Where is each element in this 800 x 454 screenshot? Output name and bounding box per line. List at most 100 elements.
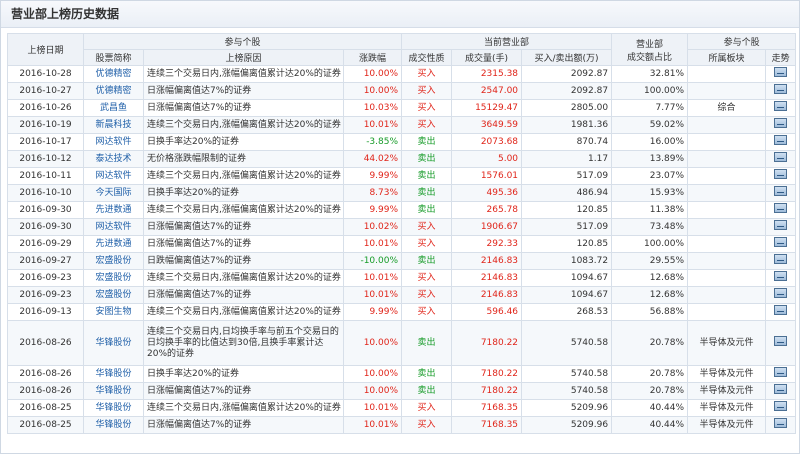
- row-sector: [687, 235, 767, 253]
- header-ratio-line2: 成交额占比: [627, 52, 673, 63]
- row-stock-name-link[interactable]: 华锋股份: [83, 416, 144, 434]
- row-direction: 买入: [401, 416, 453, 434]
- row-trend: [765, 99, 797, 117]
- chart-icon[interactable]: [774, 67, 788, 77]
- row-stock-name-link[interactable]: 华锋股份: [83, 320, 144, 366]
- row-change: 44.02%: [342, 150, 403, 168]
- row-reason: 连续三个交易日内,涨幅偏离值累计达20%的证券: [143, 167, 344, 185]
- row-sector: [687, 184, 767, 202]
- row-reason: 日涨幅偏离值达7%的证券: [143, 416, 344, 434]
- row-direction: 卖出: [401, 167, 453, 185]
- chart-icon[interactable]: [774, 367, 788, 377]
- chart-icon[interactable]: [774, 152, 788, 162]
- header-ratio-line1: 营业部: [636, 39, 664, 50]
- row-stock-name-link[interactable]: 网达软件: [83, 167, 144, 185]
- chart-icon[interactable]: [774, 254, 788, 264]
- header-reason[interactable]: 上榜原因: [143, 49, 344, 66]
- row-stock-name-link[interactable]: 网达软件: [83, 218, 144, 236]
- row-stock-name-link[interactable]: 安图生物: [83, 303, 144, 321]
- header-volume[interactable]: 成交量(手): [451, 49, 523, 66]
- header-ratio[interactable]: 营业部 成交额占比: [611, 33, 689, 66]
- row-trend: [765, 365, 797, 383]
- row-amount: 870.74: [521, 133, 613, 151]
- chart-icon[interactable]: [774, 101, 788, 111]
- chart-icon[interactable]: [774, 288, 788, 298]
- row-direction: 买入: [401, 235, 453, 253]
- row-amount: 2092.87: [521, 82, 613, 100]
- row-amount: 5740.58: [521, 320, 613, 366]
- chart-icon[interactable]: [774, 203, 788, 213]
- row-direction: 卖出: [401, 201, 453, 219]
- table-row: 2016-10-26 武昌鱼 日涨幅偏离值达7%的证券 10.03% 买入 15129.4…: [7, 99, 797, 117]
- row-direction: 买入: [401, 116, 453, 134]
- table-row: 2016-08-25 华锋股份 日涨幅偏离值达7%的证券 10.01% 买入 7168.3…: [7, 416, 797, 434]
- row-trend: [765, 133, 797, 151]
- chart-icon[interactable]: [774, 118, 788, 128]
- row-amount: 5209.96: [521, 416, 613, 434]
- row-stock-name-link[interactable]: 新晨科技: [83, 116, 144, 134]
- row-stock-name-link[interactable]: 华锋股份: [83, 382, 144, 400]
- header-direction[interactable]: 成交性质: [401, 49, 453, 66]
- chart-icon[interactable]: [774, 84, 788, 94]
- row-reason: 连续三个交易日内,涨幅偏离值累计达20%的证券: [143, 65, 344, 83]
- row-volume: 7168.35: [451, 399, 523, 417]
- row-direction: 买入: [401, 82, 453, 100]
- row-direction: 买入: [401, 218, 453, 236]
- row-amount: 517.09: [521, 218, 613, 236]
- row-change: 10.01%: [342, 235, 403, 253]
- chart-icon[interactable]: [774, 336, 788, 346]
- chart-icon[interactable]: [774, 271, 788, 281]
- row-trend: [765, 382, 797, 400]
- row-stock-name-link[interactable]: 宏盛股份: [83, 286, 144, 304]
- row-stock-name-link[interactable]: 今天国际: [83, 184, 144, 202]
- row-date: 2016-08-25: [7, 399, 84, 417]
- chart-icon[interactable]: [774, 186, 788, 196]
- header-sector[interactable]: 所属板块: [687, 49, 767, 66]
- row-amount: 5740.58: [521, 382, 613, 400]
- row-amount: 2092.87: [521, 65, 613, 83]
- chart-icon[interactable]: [774, 237, 788, 247]
- row-stock-name-link[interactable]: 华锋股份: [83, 399, 144, 417]
- header-amount[interactable]: 买入/卖出额(万): [521, 49, 613, 66]
- row-amount: 5740.58: [521, 365, 613, 383]
- row-ratio: 7.77%: [611, 99, 689, 117]
- row-volume: 2146.83: [451, 269, 523, 287]
- row-stock-name-link[interactable]: 宏盛股份: [83, 252, 144, 270]
- row-stock-name-link[interactable]: 武昌鱼: [83, 99, 144, 117]
- row-stock-name-link[interactable]: 华锋股份: [83, 365, 144, 383]
- row-volume: 2073.68: [451, 133, 523, 151]
- row-stock-name-link[interactable]: 泰达技术: [83, 150, 144, 168]
- row-stock-name-link[interactable]: 网达软件: [83, 133, 144, 151]
- row-stock-name-link[interactable]: 先进数通: [83, 201, 144, 219]
- chart-icon[interactable]: [774, 384, 788, 394]
- chart-icon[interactable]: [774, 401, 788, 411]
- row-stock-name-link[interactable]: 先进数通: [83, 235, 144, 253]
- row-stock-name-link[interactable]: 优德精密: [83, 65, 144, 83]
- header-change[interactable]: 涨跌幅: [342, 49, 403, 66]
- row-ratio: 32.81%: [611, 65, 689, 83]
- row-direction: 买入: [401, 399, 453, 417]
- header-date[interactable]: 上榜日期: [7, 33, 84, 66]
- header-stock-name[interactable]: 股票简称: [83, 49, 144, 66]
- row-direction: 买入: [401, 269, 453, 287]
- table-row: 2016-09-23 宏盛股份 连续三个交易日内,涨幅偏离值累计达20%的证券 10.…: [7, 269, 797, 287]
- row-date: 2016-10-12: [7, 150, 84, 168]
- chart-icon[interactable]: [774, 169, 788, 179]
- row-change: 10.00%: [342, 82, 403, 100]
- chart-icon[interactable]: [774, 305, 788, 315]
- row-date: 2016-09-30: [7, 218, 84, 236]
- row-amount: 120.85: [521, 201, 613, 219]
- row-volume: 495.36: [451, 184, 523, 202]
- row-direction: 卖出: [401, 184, 453, 202]
- row-reason: 连续三个交易日内,涨幅偏离值累计达20%的证券: [143, 269, 344, 287]
- row-amount: 1083.72: [521, 252, 613, 270]
- row-reason: 连续三个交易日内,日均换手率与前五个交易日的日均换手率的比值达到30倍,且换手率…: [143, 320, 344, 366]
- chart-icon[interactable]: [774, 418, 788, 428]
- row-stock-name-link[interactable]: 优德精密: [83, 82, 144, 100]
- row-trend: [765, 416, 797, 434]
- chart-icon[interactable]: [774, 220, 788, 230]
- chart-icon[interactable]: [774, 135, 788, 145]
- row-stock-name-link[interactable]: 宏盛股份: [83, 269, 144, 287]
- row-direction: 卖出: [401, 365, 453, 383]
- table-body: 2016-10-28 优德精密 连续三个交易日内,涨幅偏离值累计达20%的证券 10.…: [7, 65, 797, 434]
